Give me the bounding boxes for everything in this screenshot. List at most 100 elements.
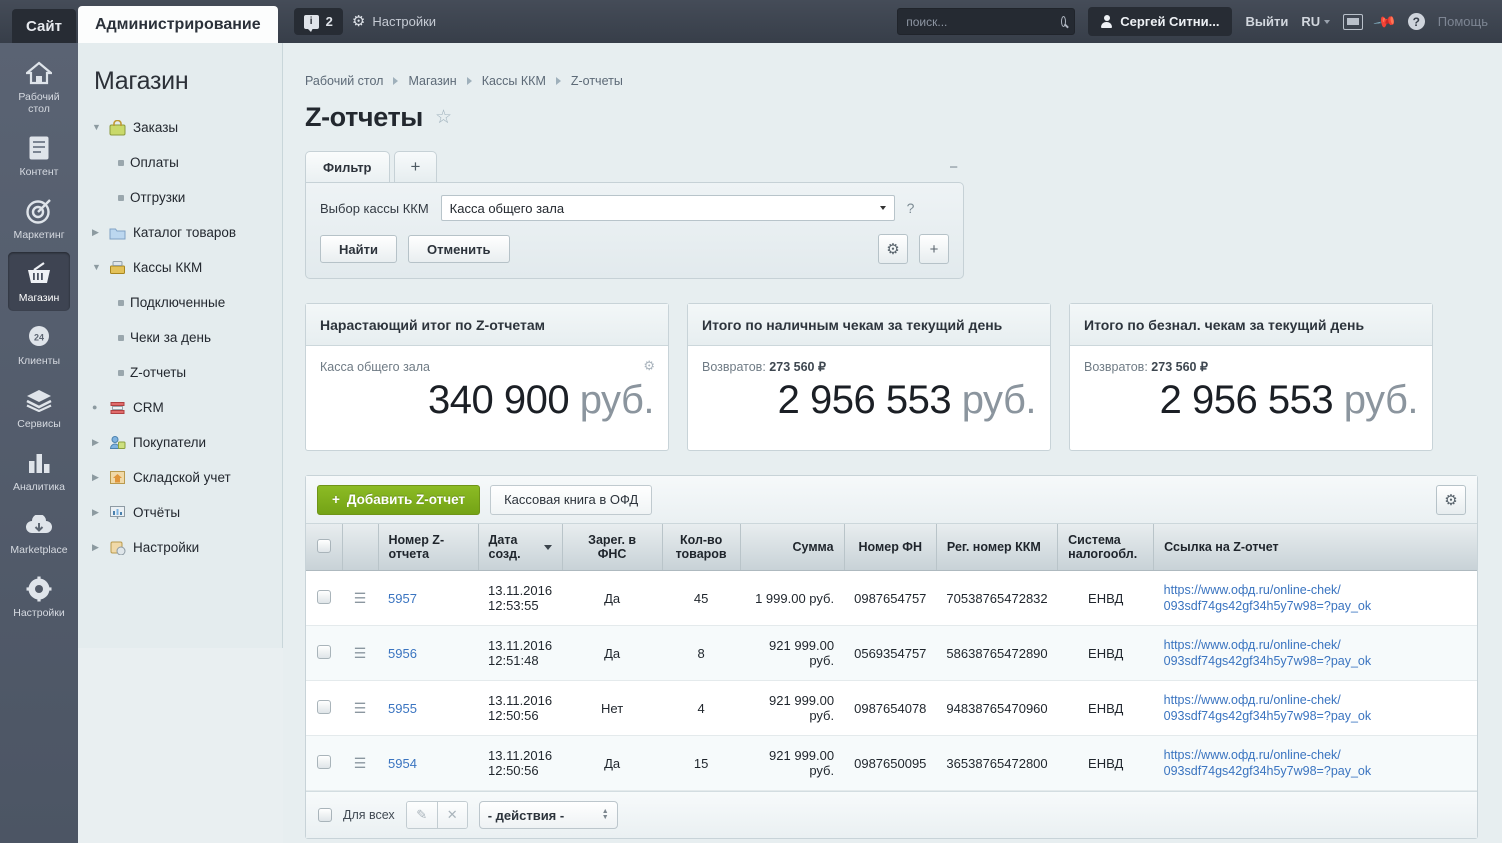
tab-site[interactable]: Сайт: [12, 9, 76, 43]
rail-item-settings[interactable]: Настройки: [8, 567, 70, 626]
chevron-right-icon[interactable]: ▶: [92, 508, 102, 517]
find-button[interactable]: Найти: [320, 235, 397, 263]
language-selector[interactable]: RU: [1301, 14, 1331, 29]
keyboard-icon[interactable]: [1343, 13, 1364, 30]
messages-button[interactable]: i 2: [293, 8, 343, 35]
gear-icon[interactable]: ⚙: [643, 358, 655, 374]
breadcrumb-item[interactable]: Магазин: [408, 74, 456, 88]
sidebar-item-ccm[interactable]: ▼ Кассы ККМ: [78, 250, 282, 285]
sidebar-item-warehouse[interactable]: ▶ Складской учет: [78, 460, 282, 495]
rail-item-marketplace[interactable]: Marketplace: [8, 504, 70, 563]
report-link-line2[interactable]: 093sdf74gs42gf34h5y7w98=?pay_ok: [1164, 598, 1467, 614]
close-icon[interactable]: ✕: [436, 802, 467, 828]
filter-add-button[interactable]: +: [919, 234, 949, 264]
row-menu-icon[interactable]: ☰: [354, 755, 367, 771]
column-qty[interactable]: Кол-во товаров: [662, 524, 741, 571]
rail-item-marketing[interactable]: Маркетинг: [8, 189, 70, 248]
sidebar-item-payments[interactable]: Оплаты: [78, 145, 282, 180]
row-checkbox[interactable]: [317, 699, 331, 714]
sidebar-item-catalog[interactable]: ▶ Каталог товаров: [78, 215, 282, 250]
row-number-link[interactable]: 5954: [388, 756, 417, 771]
rail-item-clients[interactable]: 24 Клиенты: [8, 315, 70, 374]
rail-item-analytics[interactable]: Аналитика: [8, 441, 70, 500]
column-link[interactable]: Ссылка на Z-отчет: [1153, 524, 1477, 571]
sidebar-item-z-reports[interactable]: Z-отчеты: [78, 355, 282, 390]
chevron-right-icon[interactable]: ▶: [92, 228, 102, 237]
report-link-line1[interactable]: https://www.офд.ru/online-chek/: [1164, 582, 1467, 598]
cash-book-ofd-button[interactable]: Кассовая книга в ОФД: [490, 484, 653, 515]
filter-help-icon[interactable]: ?: [907, 200, 915, 216]
row-checkbox[interactable]: [317, 589, 331, 604]
filter-settings-button[interactable]: ⚙: [878, 234, 908, 264]
chevron-down-icon[interactable]: ▼: [92, 123, 102, 132]
table-row[interactable]: ☰ 5955 13.11.2016 12:50:56 Нет 4 921 999.…: [306, 680, 1477, 736]
top-settings-link[interactable]: ⚙ Настройки: [352, 14, 436, 29]
tab-admin[interactable]: Администрирование: [77, 6, 278, 43]
column-number[interactable]: Номер Z-отчета: [378, 524, 479, 571]
tab-filter[interactable]: Фильтр: [305, 151, 390, 182]
row-number-link[interactable]: 5955: [388, 701, 417, 716]
rail-item-desktop[interactable]: Рабочий стол: [8, 51, 70, 122]
breadcrumb-item[interactable]: Z-отчеты: [571, 74, 623, 88]
grid-settings-button[interactable]: ⚙: [1436, 484, 1466, 515]
row-number-link[interactable]: 5956: [388, 646, 417, 661]
row-menu-icon[interactable]: ☰: [354, 590, 367, 606]
sidebar-item-buyers[interactable]: ▶ Покупатели: [78, 425, 282, 460]
table-row[interactable]: ☰ 5956 13.11.2016 12:51:48 Да 8 921 999.0…: [306, 625, 1477, 681]
sidebar-item-daily-checks[interactable]: Чеки за день: [78, 320, 282, 355]
column-reg[interactable]: Рег. номер ККМ: [936, 524, 1059, 571]
row-number-link[interactable]: 5957: [388, 591, 417, 606]
user-menu-button[interactable]: Сергей Ситни...: [1088, 7, 1233, 36]
add-z-report-button[interactable]: + Добавить Z-отчет: [317, 484, 481, 515]
sidebar-item-orders[interactable]: ▼ Заказы: [78, 110, 282, 145]
chevron-down-icon[interactable]: ▼: [92, 263, 102, 272]
row-checkbox[interactable]: [317, 754, 331, 769]
pencil-icon[interactable]: ✎: [406, 802, 437, 828]
column-date-sort[interactable]: Дата созд.: [489, 533, 552, 561]
report-link-line2[interactable]: 093sdf74gs42gf34h5y7w98=?pay_ok: [1164, 653, 1467, 669]
row-menu-icon[interactable]: ☰: [354, 645, 367, 661]
sidebar-item-crm[interactable]: ● CRM: [78, 390, 282, 425]
help-icon[interactable]: ?: [1407, 13, 1425, 30]
breadcrumb-item[interactable]: Рабочий стол: [305, 74, 383, 88]
column-fns[interactable]: Зарег. в ФНС: [562, 524, 663, 571]
cancel-button[interactable]: Отменить: [407, 235, 510, 263]
report-link-line2[interactable]: 093sdf74gs42gf34h5y7w98=?pay_ok: [1164, 708, 1467, 724]
report-link-line1[interactable]: https://www.офд.ru/online-chek/: [1164, 637, 1467, 653]
table-row[interactable]: ☰ 5954 13.11.2016 12:50:56 Да 15 921 999.…: [306, 735, 1477, 791]
row-checkbox[interactable]: [317, 644, 331, 659]
add-filter-tab-button[interactable]: +: [393, 151, 438, 182]
chevron-right-icon[interactable]: ▶: [92, 473, 102, 482]
select-all-checkbox[interactable]: [316, 538, 331, 553]
sidebar-item-shipments[interactable]: Отгрузки: [78, 180, 282, 215]
sidebar-item-connected[interactable]: Подключенные: [78, 285, 282, 320]
sidebar-item-reports[interactable]: ▶ Отчёты: [78, 495, 282, 530]
collapse-filter-icon[interactable]: −: [949, 159, 958, 176]
rail-item-services[interactable]: Сервисы: [8, 378, 70, 437]
favorite-star-icon[interactable]: ☆: [435, 106, 452, 129]
ccm-select[interactable]: Касса общего зала: [440, 195, 895, 221]
breadcrumb-item[interactable]: Кассы ККМ: [482, 74, 546, 88]
rail-item-shop[interactable]: Магазин: [8, 252, 70, 311]
sidebar-item-settings[interactable]: ▶ Настройки: [78, 530, 282, 565]
chevron-right-icon[interactable]: ▶: [92, 438, 102, 447]
search-input[interactable]: [906, 14, 1062, 29]
report-link-line1[interactable]: https://www.офд.ru/online-chek/: [1164, 747, 1467, 763]
rail-item-content[interactable]: Контент: [8, 126, 70, 185]
select-all-footer-checkbox[interactable]: [318, 808, 332, 822]
column-date[interactable]: Дата созд.: [478, 524, 563, 571]
help-label[interactable]: Помощь: [1438, 14, 1488, 29]
column-fn[interactable]: Номер ФН: [844, 524, 937, 571]
chevron-right-icon[interactable]: ▶: [92, 543, 102, 552]
column-sum[interactable]: Сумма: [740, 524, 845, 571]
search-box[interactable]: [897, 8, 1076, 35]
bulk-actions-select[interactable]: - действия - ▲ ▼: [478, 801, 618, 829]
search-icon[interactable]: [1061, 16, 1067, 27]
logout-link[interactable]: Выйти: [1245, 14, 1288, 29]
table-row[interactable]: ☰ 5957 13.11.2016 12:53:55 Да 45 1 999.00…: [306, 570, 1477, 626]
pin-icon[interactable]: 📌: [1373, 9, 1399, 35]
report-link-line1[interactable]: https://www.офд.ru/online-chek/: [1164, 692, 1467, 708]
column-tax[interactable]: Система налогообл.: [1057, 524, 1155, 571]
report-link-line2[interactable]: 093sdf74gs42gf34h5y7w98=?pay_ok: [1164, 763, 1467, 779]
row-menu-icon[interactable]: ☰: [354, 700, 367, 716]
